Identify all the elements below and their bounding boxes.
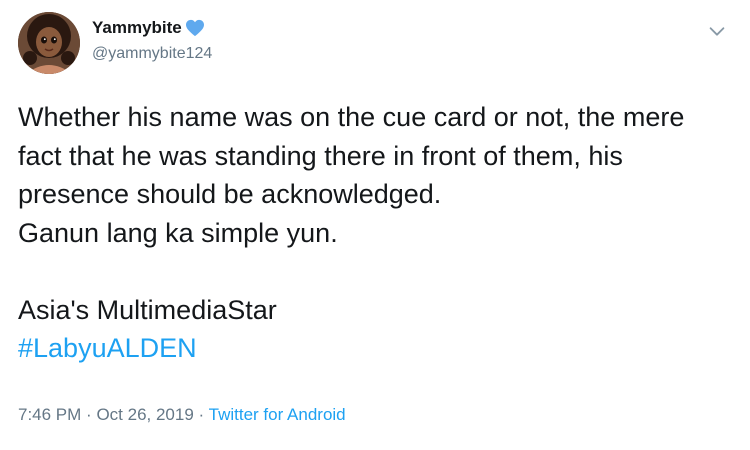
hashtag-line: #LabyuALDEN xyxy=(18,329,738,368)
tweet-text-line: Whether his name was on the cue card or … xyxy=(18,102,685,132)
tweet-text: Whether his name was on the cue card or … xyxy=(18,98,738,368)
avatar-image xyxy=(18,12,80,74)
blue-heart-icon xyxy=(185,19,204,37)
author-name-row[interactable]: Yammybite xyxy=(92,18,205,38)
tweet-meta: 7:46 PM · Oct 26, 2019 · Twitter for And… xyxy=(18,405,346,425)
tweet-text-line: presence should be acknowledged. xyxy=(18,179,442,209)
tweet-text-line: Ganun lang ka simple yun. xyxy=(18,217,338,248)
hashtag-link[interactable]: #LabyuALDEN xyxy=(18,329,197,368)
tweet-source[interactable]: Twitter for Android xyxy=(209,405,346,424)
meta-separator: · xyxy=(86,405,92,424)
tweet-text-line: fact that he was standing there in front… xyxy=(18,140,623,171)
chevron-down-icon[interactable] xyxy=(706,20,728,42)
author-handle[interactable]: @yammybite124 xyxy=(92,45,212,63)
avatar[interactable] xyxy=(18,12,80,74)
tweet-card: Yammybite @yammybite124 Whether his name… xyxy=(0,0,750,450)
tweet-text-spacer xyxy=(18,252,738,291)
tweet-text-line: Asia's MultimediaStar xyxy=(18,294,277,325)
meta-separator: · xyxy=(198,405,205,424)
tweet-time[interactable]: 7:46 PM xyxy=(18,405,81,424)
tweet-date[interactable]: Oct 26, 2019 xyxy=(96,405,193,424)
display-name[interactable]: Yammybite xyxy=(92,18,182,38)
